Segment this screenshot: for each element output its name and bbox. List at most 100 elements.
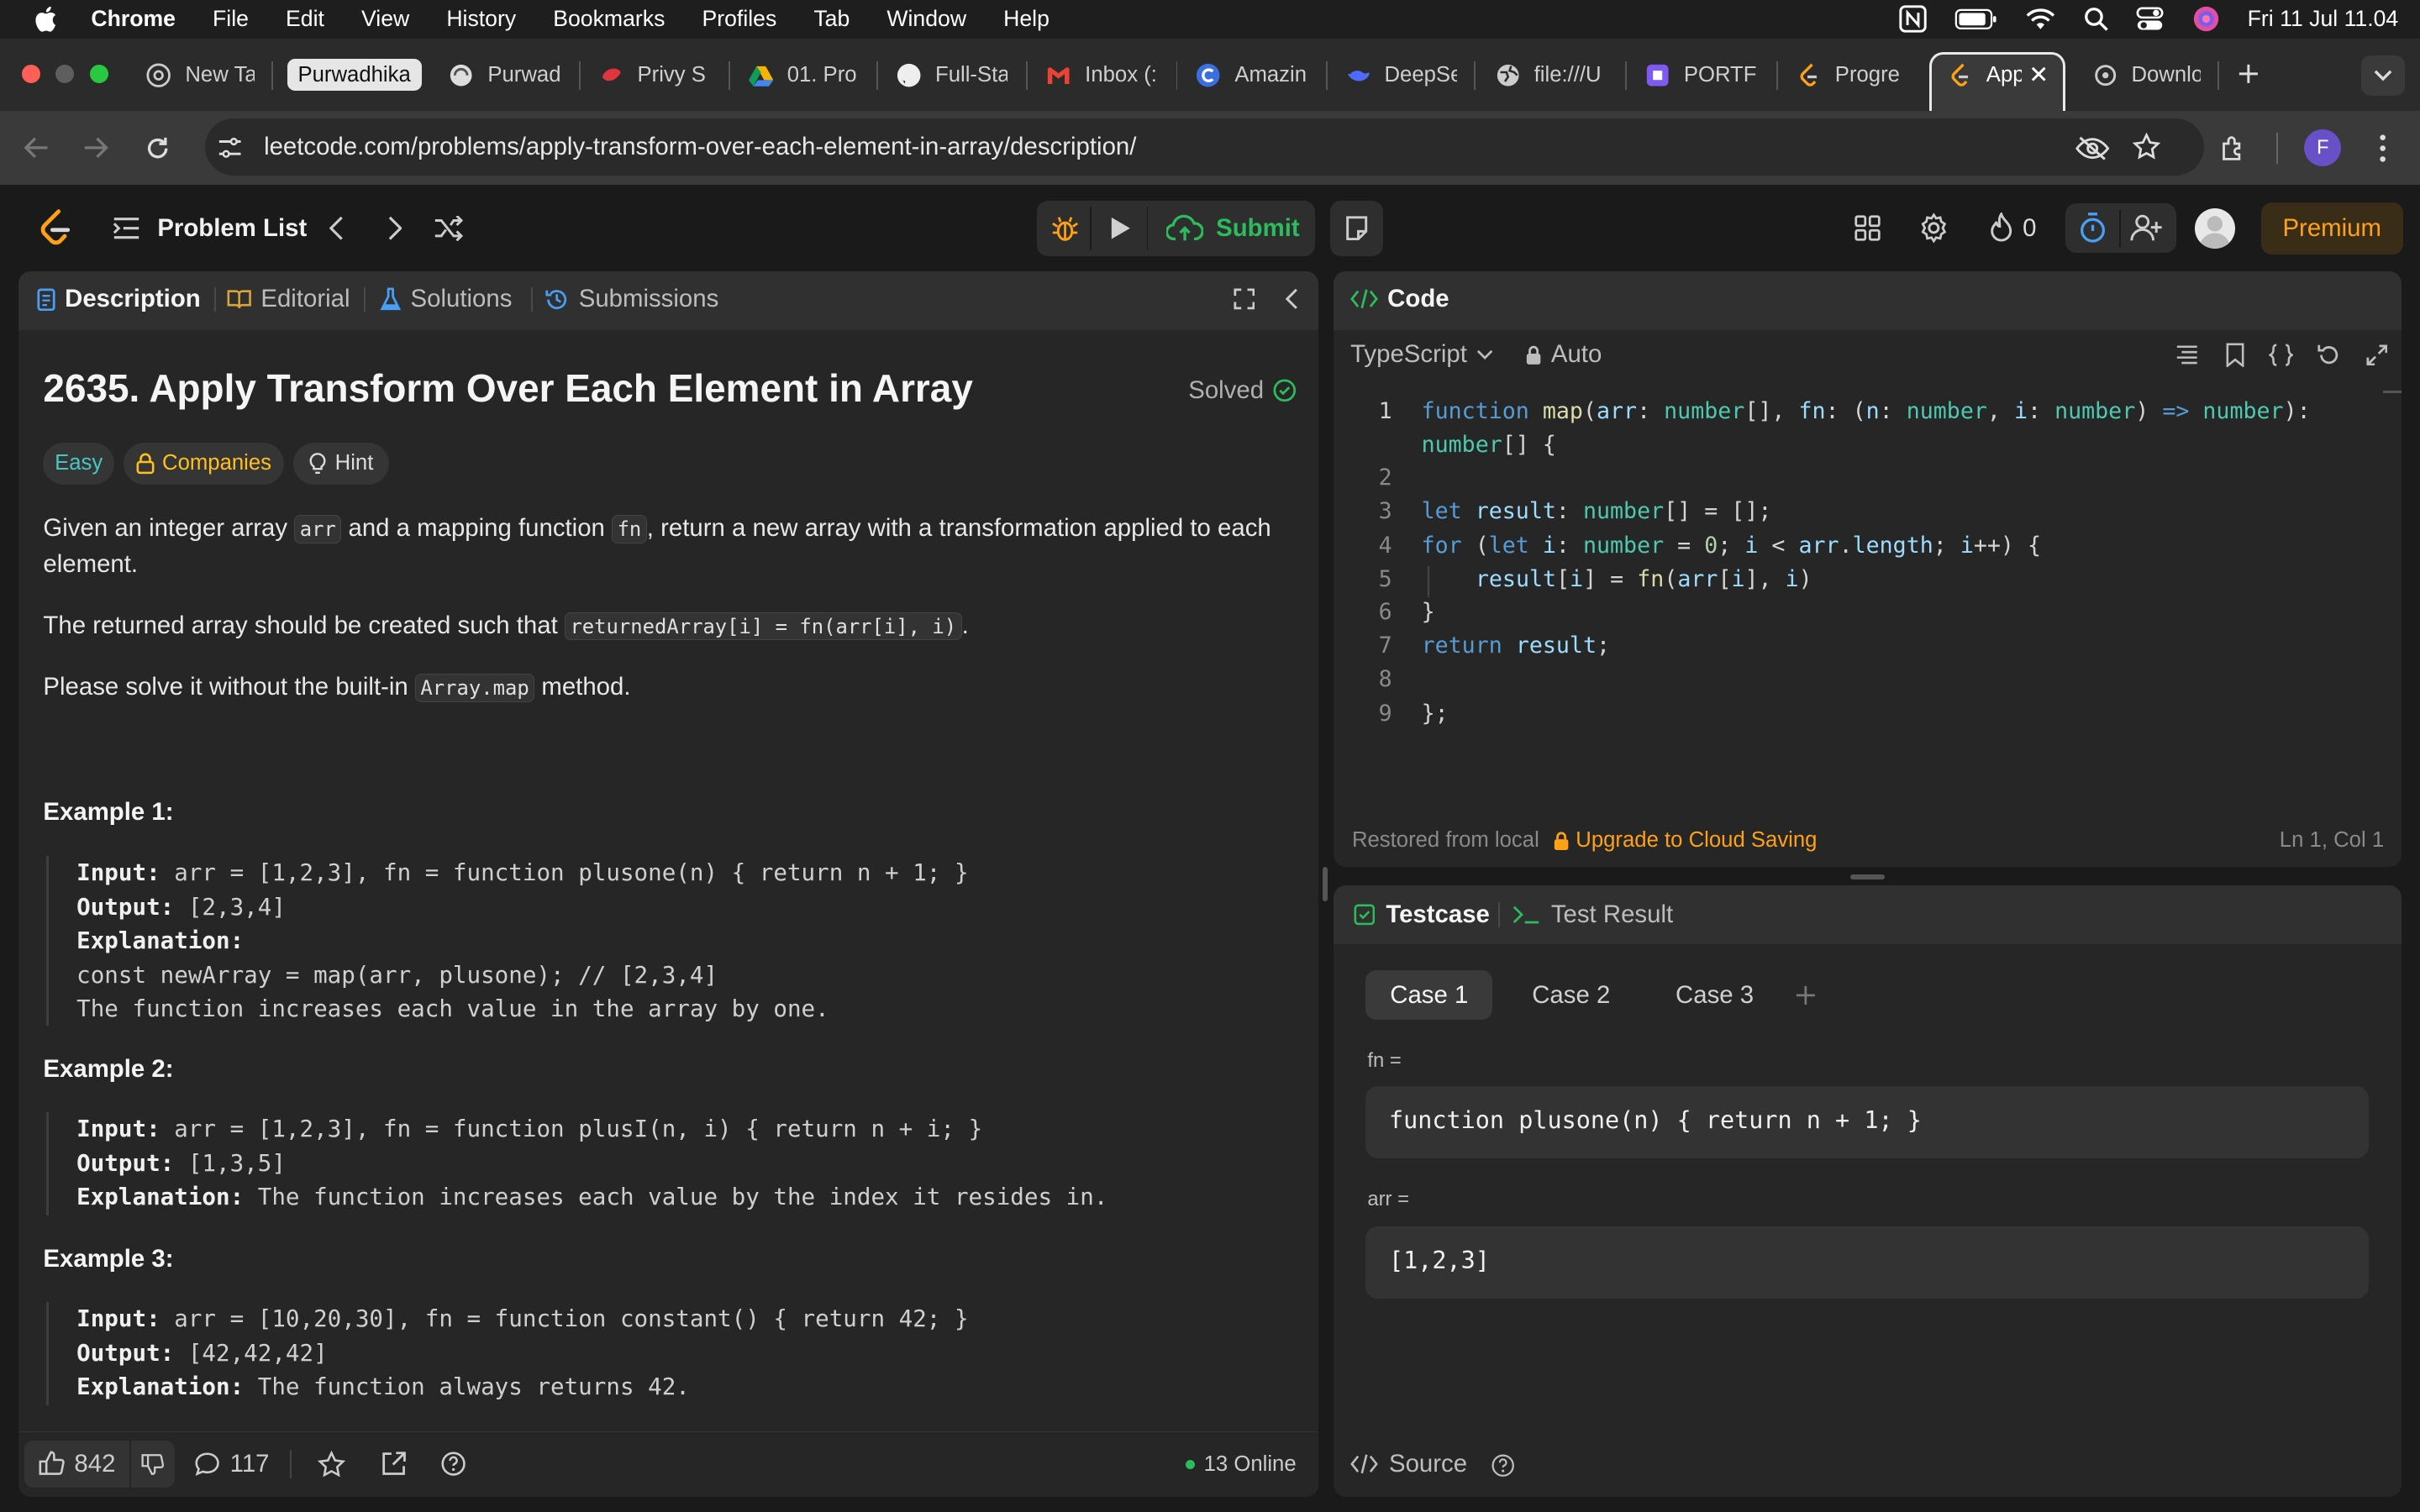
- source-button[interactable]: Source: [1350, 1449, 1467, 1480]
- extensions-puzzle-icon[interactable]: [2215, 129, 2252, 166]
- browser-tab[interactable]: Downlo: [2093, 54, 2201, 97]
- tab-submissions[interactable]: Submissions: [544, 282, 718, 316]
- menu-file[interactable]: File: [213, 6, 249, 32]
- editor-scroll-indicator[interactable]: [2382, 390, 2402, 394]
- comments-button[interactable]: 117: [194, 1444, 270, 1484]
- add-collaborator-icon[interactable]: [2127, 212, 2167, 245]
- tab-editorial[interactable]: Editorial: [227, 282, 350, 316]
- help-question-icon[interactable]: [435, 1446, 472, 1483]
- difficulty-badge[interactable]: Easy: [43, 443, 114, 485]
- tab-test-result[interactable]: Test Result: [1512, 898, 1673, 932]
- bookmark-icon[interactable]: [2221, 341, 2249, 369]
- site-info-icon[interactable]: [214, 133, 245, 164]
- like-button[interactable]: 842: [24, 1441, 130, 1488]
- tab-description[interactable]: Description: [37, 282, 201, 316]
- upgrade-cloud-saving-link[interactable]: Upgrade to Cloud Saving: [1553, 827, 1817, 854]
- dislike-button[interactable]: [131, 1441, 175, 1488]
- menu-history[interactable]: History: [446, 6, 516, 32]
- menubar-clock[interactable]: Fri 11 Jul 11.04: [2248, 6, 2399, 32]
- apple-icon[interactable]: [34, 6, 57, 33]
- run-play-icon[interactable]: [1099, 208, 1142, 249]
- horizontal-splitter[interactable]: [1850, 874, 1885, 879]
- expand-editor-icon[interactable]: [2363, 341, 2391, 369]
- leetcode-logo[interactable]: [34, 208, 74, 249]
- companies-badge[interactable]: Companies: [123, 443, 284, 485]
- browser-tab[interactable]: Inbox (:: [1046, 54, 1157, 97]
- browser-tab[interactable]: Progre: [1797, 54, 1907, 97]
- prev-problem-chevron-icon[interactable]: [321, 212, 352, 245]
- battery-icon[interactable]: [1954, 8, 1997, 30]
- wifi-icon[interactable]: [2025, 8, 2056, 31]
- siri-icon[interactable]: [2192, 5, 2220, 33]
- browser-tab[interactable]: New Ta: [146, 54, 255, 97]
- case-tab-1[interactable]: Case 1: [1365, 970, 1493, 1021]
- window-close-button[interactable]: [21, 65, 40, 84]
- collapse-panel-chevron-icon[interactable]: [1276, 284, 1307, 315]
- url-text[interactable]: leetcode.com/problems/apply-transform-ov…: [264, 133, 1136, 161]
- menu-app-chrome[interactable]: Chrome: [91, 6, 176, 32]
- streak-counter[interactable]: 0: [1981, 212, 2043, 245]
- menu-help[interactable]: Help: [1003, 6, 1050, 32]
- spotlight-search-icon[interactable]: [2084, 7, 2108, 31]
- browser-tab[interactable]: Full-Sta: [897, 54, 1007, 97]
- fullscreen-icon[interactable]: [1228, 284, 1260, 315]
- lock-icon: [136, 453, 155, 475]
- premium-button[interactable]: Premium: [2260, 202, 2403, 255]
- add-case-plus-icon[interactable]: [1791, 978, 1822, 1011]
- braces-icon[interactable]: [2267, 341, 2295, 369]
- layout-grid-icon[interactable]: [1850, 212, 1884, 245]
- next-problem-chevron-icon[interactable]: [380, 212, 411, 245]
- browser-tab[interactable]: DeepSe: [1346, 54, 1457, 97]
- window-zoom-button[interactable]: [89, 65, 108, 84]
- back-arrow-icon[interactable]: [18, 129, 55, 166]
- language-select[interactable]: TypeScript: [1350, 338, 1493, 371]
- case-tab-3[interactable]: Case 3: [1651, 970, 1778, 1020]
- auto-mode-toggle[interactable]: Auto: [1525, 338, 1602, 371]
- problem-list-link[interactable]: Problem List: [157, 214, 307, 243]
- format-code-icon[interactable]: [2173, 341, 2201, 369]
- browser-tab[interactable]: 01. Pro: [748, 54, 856, 97]
- code-token: <: [1758, 532, 1799, 559]
- browser-tab[interactable]: PORTF(: [1645, 54, 1756, 97]
- vertical-splitter[interactable]: [1323, 867, 1328, 901]
- menu-view[interactable]: View: [361, 6, 409, 32]
- browser-tab[interactable]: Privy Sl: [599, 54, 707, 97]
- tracking-protection-eye-icon[interactable]: [2075, 131, 2112, 165]
- menu-bookmarks[interactable]: Bookmarks: [553, 6, 665, 32]
- source-help-icon[interactable]: [1488, 1450, 1519, 1481]
- user-avatar[interactable]: [2194, 207, 2235, 249]
- hint-badge[interactable]: Hint: [292, 443, 389, 485]
- arr-param-input[interactable]: [1365, 1226, 2370, 1299]
- chrome-menu-kebab-icon[interactable]: [2366, 129, 2400, 166]
- debug-icon[interactable]: [1044, 208, 1086, 249]
- menu-tab[interactable]: Tab: [813, 6, 850, 32]
- notion-icon[interactable]: [1899, 5, 1927, 34]
- menu-window[interactable]: Window: [886, 6, 966, 32]
- tab-search-dropdown-icon[interactable]: [2361, 55, 2405, 96]
- problem-list-icon[interactable]: [111, 213, 142, 244]
- browser-tab-group-chip[interactable]: Purwadhika: [287, 58, 422, 92]
- tab-close-icon[interactable]: [2027, 61, 2051, 86]
- notes-button[interactable]: [1330, 200, 1383, 256]
- shuffle-icon[interactable]: [432, 212, 466, 245]
- bookmark-star-icon[interactable]: [2130, 129, 2164, 163]
- menu-profiles[interactable]: Profiles: [702, 6, 776, 32]
- tab-solutions[interactable]: Solutions: [380, 282, 512, 316]
- new-tab-icon[interactable]: [2233, 59, 2265, 90]
- settings-gear-icon[interactable]: [1917, 212, 1950, 245]
- browser-tab-active[interactable]: App: [1948, 54, 2022, 97]
- case-tab-2[interactable]: Case 2: [1507, 970, 1634, 1020]
- submit-button[interactable]: Submit: [1158, 205, 1309, 251]
- timer-stopwatch-icon[interactable]: [2075, 212, 2112, 245]
- browser-tab[interactable]: Purwad: [449, 54, 560, 97]
- menu-edit[interactable]: Edit: [286, 6, 324, 32]
- tab-testcase[interactable]: Testcase: [1354, 898, 1490, 932]
- share-external-icon[interactable]: [375, 1446, 412, 1483]
- browser-tab[interactable]: file:///U: [1496, 54, 1607, 97]
- favorite-star-icon[interactable]: [313, 1446, 350, 1483]
- reload-icon[interactable]: [139, 129, 176, 166]
- control-center-icon[interactable]: [2136, 7, 2164, 31]
- browser-tab[interactable]: Amazin: [1196, 54, 1307, 97]
- reset-code-icon[interactable]: [2315, 341, 2343, 369]
- forward-arrow-icon[interactable]: [77, 129, 114, 166]
